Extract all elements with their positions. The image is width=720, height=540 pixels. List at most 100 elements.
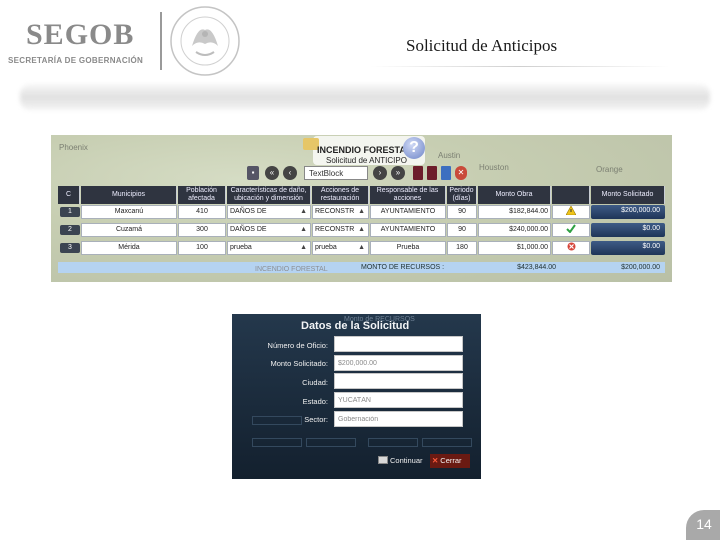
delete-icon[interactable]: ✕ xyxy=(455,166,467,180)
table-row[interactable]: 2 Cuzamá 300 DAÑOS DE ▲ RECONSTR ▲ AYUNTAM… xyxy=(58,223,665,237)
danos-field[interactable]: DAÑOS DE ▲ xyxy=(227,205,311,219)
acciones-value: prueba xyxy=(315,244,337,251)
first-page-button[interactable]: « xyxy=(265,166,279,180)
scroll-up-icon[interactable]: ▲ xyxy=(358,224,365,236)
municipio-cell: Mérida xyxy=(81,241,177,255)
pager-toolbar: ▪ « ‹ › » ✕ xyxy=(247,166,471,182)
column-header: Periodo (días) xyxy=(447,186,477,204)
column-header: C xyxy=(58,186,80,204)
column-header: Acciones de restauración xyxy=(312,186,369,204)
help-question-icon[interactable]: ? xyxy=(403,137,425,159)
oficio-input[interactable] xyxy=(334,336,463,352)
continue-label: Continuar xyxy=(390,456,423,465)
acciones-field[interactable]: RECONSTR ▲ xyxy=(312,205,369,219)
mexico-coat-of-arms-seal-icon xyxy=(170,6,240,76)
ciudad-input[interactable] xyxy=(334,373,463,389)
danos-value: DAÑOS DE xyxy=(230,226,267,233)
segob-logo: SEGOB SECRETARÍA DE GOBERNACIÓN xyxy=(8,14,158,70)
background-ghost-button xyxy=(252,438,302,447)
anticipos-grid-screenshot: Austin Houston Orange Phoenix INCENDIO F… xyxy=(51,135,672,282)
danos-value: DAÑOS DE xyxy=(230,208,267,215)
monto-solicitado-cell[interactable]: $0.00 xyxy=(591,223,665,237)
table-row[interactable]: 1 Maxcanú 410 DAÑOS DE ▲ RECONSTR ▲ AYUNTA… xyxy=(58,205,665,219)
municipio-cell: Maxcanú xyxy=(81,205,177,219)
periodo-cell: 90 xyxy=(447,205,477,219)
acciones-value: RECONSTR xyxy=(315,226,355,233)
row-number: 3 xyxy=(60,243,80,253)
document-icon[interactable] xyxy=(441,166,451,180)
danos-field[interactable]: prueba ▲ xyxy=(227,241,311,255)
banner-subtitle: Solicitud de ANTICIPO xyxy=(326,156,407,165)
warning-icon xyxy=(552,205,590,219)
background-ghost-text: INCENDIO FORESTAL xyxy=(255,266,328,273)
column-header: Monto Solicitado xyxy=(591,186,665,204)
monto-solicitado-cell[interactable]: $200,000.00 xyxy=(591,205,665,219)
ciudad-label: Ciudad: xyxy=(302,378,328,387)
close-label: Cerrar xyxy=(440,456,462,465)
decorative-band xyxy=(20,84,710,110)
logo-sub-text: SECRETARÍA DE GOBERNACIÓN xyxy=(8,56,144,65)
last-page-button[interactable]: » xyxy=(391,166,405,180)
poblacion-cell: 410 xyxy=(178,205,226,219)
page-input[interactable] xyxy=(304,166,368,180)
solicitud-dialog: Monto de RECURSOS Datos de la Solicitud … xyxy=(232,314,481,479)
column-header: Responsable de las acciones xyxy=(370,186,446,204)
responsable-cell: AYUNTAMIENTO xyxy=(370,205,446,219)
map-label: Orange xyxy=(596,165,623,174)
scroll-up-icon[interactable]: ▲ xyxy=(358,242,365,254)
total-monto-solicitado: $200,000.00 xyxy=(621,264,660,271)
acciones-field[interactable]: prueba ▲ xyxy=(312,241,369,255)
estado-input[interactable] xyxy=(334,392,463,408)
map-label: Austin xyxy=(438,151,461,160)
monto-obra-cell: $240,000.00 xyxy=(478,223,551,237)
municipio-cell: Cuzamá xyxy=(81,223,177,237)
dialog-title: Datos de la Solicitud xyxy=(301,320,410,332)
background-ghost-button xyxy=(422,438,472,447)
title-underline xyxy=(370,66,670,67)
background-ghost-button xyxy=(368,438,418,447)
sector-label: Sector: xyxy=(304,415,328,424)
close-icon: ✕ xyxy=(432,456,439,465)
scroll-up-icon[interactable]: ▲ xyxy=(358,206,365,218)
column-header xyxy=(552,186,590,204)
logo-main-text: SEGOB xyxy=(26,18,135,51)
close-button[interactable]: ✕ Cerrar xyxy=(430,454,470,468)
estado-label: Estado: xyxy=(302,397,328,406)
monto-solicitado-label: Monto Solicitado: xyxy=(270,359,328,368)
total-monto-obra: $423,844.00 xyxy=(517,264,556,271)
danos-value: prueba xyxy=(230,244,252,251)
table-header-row: C Municipios Población afectada Caracter… xyxy=(58,186,665,204)
responsable-cell: AYUNTAMIENTO xyxy=(370,223,446,237)
acciones-field[interactable]: RECONSTR ▲ xyxy=(312,223,369,237)
poblacion-cell: 300 xyxy=(178,223,226,237)
monto-solicitado-input[interactable] xyxy=(334,355,463,371)
table-row[interactable]: 3 Mérida 100 prueba ▲ prueba ▲ Prueba 180 … xyxy=(58,241,665,255)
map-label: Phoenix xyxy=(59,143,88,152)
responsable-cell: Prueba xyxy=(370,241,446,255)
next-page-button[interactable]: › xyxy=(373,166,387,180)
background-ghost-button xyxy=(306,438,356,447)
printer-icon xyxy=(378,456,388,464)
pdf-icon[interactable] xyxy=(413,166,423,180)
danos-field[interactable]: DAÑOS DE ▲ xyxy=(227,223,311,237)
save-icon[interactable]: ▪ xyxy=(247,166,259,180)
column-header: Población afectada xyxy=(178,186,226,204)
sector-input[interactable] xyxy=(334,411,463,427)
error-icon xyxy=(552,241,590,255)
check-icon xyxy=(552,223,590,237)
continue-button[interactable]: Continuar xyxy=(378,455,428,467)
column-header: Monto Obra xyxy=(478,186,551,204)
report-icon[interactable] xyxy=(427,166,437,180)
monto-solicitado-cell[interactable]: $0.00 xyxy=(591,241,665,255)
poblacion-cell: 100 xyxy=(178,241,226,255)
scroll-up-icon[interactable]: ▲ xyxy=(300,224,307,236)
prev-page-button[interactable]: ‹ xyxy=(283,166,297,180)
oficio-label: Número de Oficio: xyxy=(267,341,328,350)
logo-divider xyxy=(160,12,162,70)
map-label: Houston xyxy=(479,163,509,172)
periodo-cell: 180 xyxy=(447,241,477,255)
monto-obra-cell: $182,844.00 xyxy=(478,205,551,219)
scroll-up-icon[interactable]: ▲ xyxy=(300,206,307,218)
periodo-cell: 90 xyxy=(447,223,477,237)
scroll-up-icon[interactable]: ▲ xyxy=(300,242,307,254)
